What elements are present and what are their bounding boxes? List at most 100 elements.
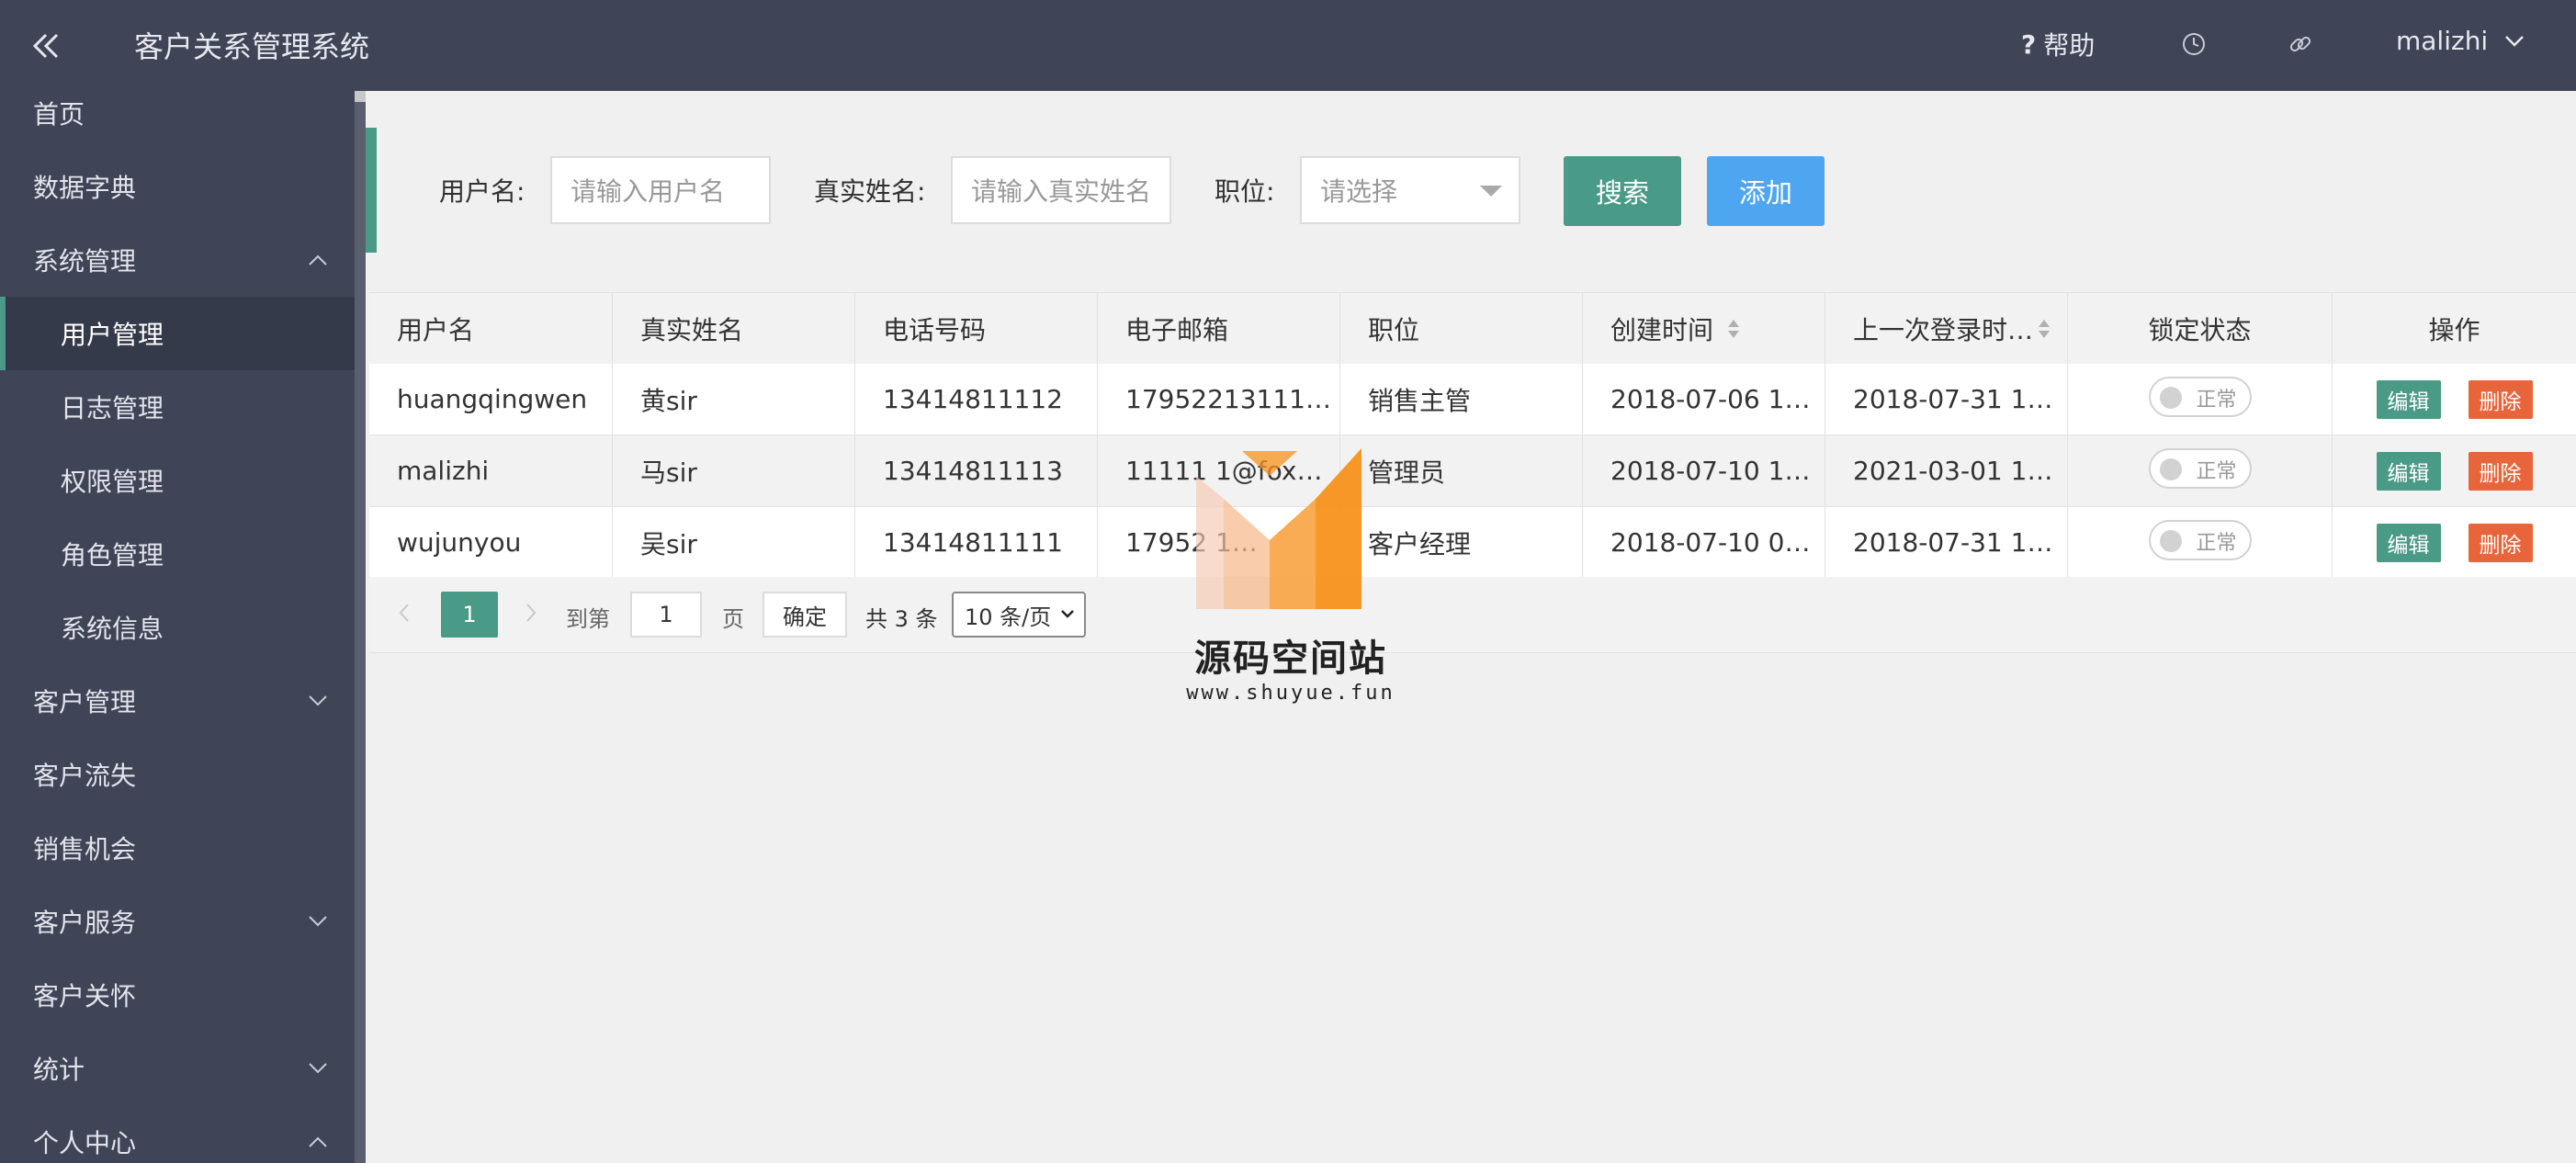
next-page-icon[interactable] [524, 603, 538, 623]
sidebar-item-dictionary[interactable]: 数据字典 [0, 150, 358, 223]
cell-position: 销售主管 [1339, 364, 1582, 435]
lock-toggle[interactable]: 正常 [2148, 376, 2252, 417]
sidebar-item-customers[interactable]: 客户管理 [0, 664, 358, 738]
sidebar-item-home[interactable]: 首页 [0, 91, 358, 150]
chevron-down-icon [1061, 610, 1074, 618]
position-label: 职位: [1215, 176, 1275, 207]
sidebar-item-logs[interactable]: 日志管理 [0, 370, 358, 444]
delete-button[interactable]: 删除 [2468, 451, 2533, 491]
column-header-label: 创建时间 [1610, 314, 1714, 345]
page-size-select[interactable]: 10 条/页 [952, 592, 1086, 638]
prev-page-icon[interactable] [397, 603, 412, 623]
user-menu[interactable]: malizhi [2396, 26, 2525, 56]
watermark-url: www.shuyue.fun [1186, 682, 1395, 705]
watermark-title: 源码空间站 [1194, 638, 1387, 680]
top-header: 客户关系管理系统 ? 帮助 malizhi [0, 0, 2576, 91]
column-header-last-login[interactable]: 上一次登录时… [1825, 293, 2067, 364]
cell-lock-status: 正常 [2067, 364, 2332, 435]
cell-created: 2018-07-06 1… [1582, 364, 1825, 435]
sidebar-item-label: 权限管理 [61, 467, 164, 497]
sidebar-item-customer-loss[interactable]: 客户流失 [0, 738, 358, 811]
sidebar-item-permissions[interactable]: 权限管理 [0, 444, 358, 517]
sidebar: 首页 数据字典 系统管理 用户管理 日志管理 权限管理 角色管理 系统信息 客户… [0, 91, 358, 1163]
delete-button[interactable]: 删除 [2468, 523, 2533, 562]
lock-toggle[interactable]: 正常 [2148, 519, 2252, 560]
clock-icon[interactable] [2179, 29, 2209, 59]
cell-lock-status: 正常 [2067, 507, 2332, 578]
cell-last-login: 2021-03-01 1… [1825, 435, 2067, 506]
chevron-down-icon [309, 1063, 327, 1074]
sidebar-item-label: 销售机会 [33, 834, 137, 864]
sidebar-item-label: 角色管理 [61, 540, 164, 570]
cell-email: 17952213111… [1097, 364, 1339, 435]
page-unit-label: 页 [722, 606, 744, 632]
cell-last-login: 2018-07-31 1… [1825, 507, 2067, 578]
realname-label: 真实姓名: [814, 176, 926, 207]
sidebar-item-label: 客户流失 [33, 761, 137, 791]
toggle-knob [2159, 457, 2182, 480]
cell-realname: 马sir [612, 435, 854, 506]
column-header-created[interactable]: 创建时间 [1582, 293, 1825, 364]
column-header-position: 职位 [1339, 293, 1582, 364]
edit-button[interactable]: 编辑 [2376, 451, 2441, 491]
sidebar-item-users[interactable]: 用户管理 [0, 297, 358, 370]
cell-actions: 编辑 删除 [2332, 364, 2576, 435]
lock-toggle[interactable]: 正常 [2148, 447, 2252, 489]
position-select[interactable]: 请选择 [1300, 156, 1520, 224]
question-mark-icon: ? [2021, 28, 2037, 60]
column-header-username: 用户名 [397, 314, 475, 345]
username-label: 用户名: [439, 176, 525, 207]
sidebar-item-label: 首页 [33, 99, 85, 130]
cell-phone: 13414811113 [854, 435, 1097, 506]
sidebar-item-customer-service[interactable]: 客户服务 [0, 885, 358, 958]
sidebar-item-sales-chances[interactable]: 销售机会 [0, 811, 358, 885]
sort-icon[interactable] [2037, 317, 2051, 341]
table-row[interactable]: huangqingwen 黄sir 13414811112 1795221311… [369, 364, 2576, 435]
sidebar-item-system[interactable]: 系统管理 [0, 223, 358, 297]
sidebar-item-statistics[interactable]: 统计 [0, 1032, 358, 1105]
edit-button[interactable]: 编辑 [2376, 523, 2441, 562]
sidebar-scrollbar-thumb[interactable] [355, 91, 366, 102]
page-size-value: 10 条/页 [965, 604, 1052, 630]
cell-phone: 13414811112 [854, 364, 1097, 435]
link-icon[interactable] [2286, 29, 2315, 59]
collapse-sidebar-icon[interactable] [28, 28, 64, 64]
cell-created: 2018-07-10 1… [1582, 435, 1825, 506]
username-input[interactable]: 请输入用户名 [550, 156, 771, 224]
column-header-actions: 操作 [2332, 293, 2576, 364]
watermark-logo [1196, 448, 1361, 609]
sidebar-scrollbar[interactable] [355, 91, 366, 1163]
column-header-email: 电子邮箱 [1097, 293, 1339, 364]
sidebar-item-label: 系统管理 [33, 246, 137, 277]
toggle-label: 正常 [2196, 531, 2237, 555]
panel-accent-bar [366, 128, 377, 253]
realname-input[interactable]: 请输入真实姓名 [951, 156, 1171, 224]
chevron-down-icon [309, 916, 327, 927]
sidebar-item-roles[interactable]: 角色管理 [0, 517, 358, 591]
edit-button[interactable]: 编辑 [2376, 379, 2441, 419]
username-label: malizhi [2396, 26, 2489, 56]
help-link[interactable]: ? 帮助 [2021, 26, 2095, 62]
sidebar-item-label: 客户服务 [33, 908, 137, 938]
cell-actions: 编辑 删除 [2332, 435, 2576, 506]
watermark: 源码空间站 www.shuyue.fun [1176, 448, 1406, 715]
toggle-knob [2159, 529, 2182, 552]
search-button[interactable]: 搜索 [1564, 156, 1681, 226]
cell-actions: 编辑 删除 [2332, 507, 2576, 578]
goto-confirm-button[interactable]: 确定 [763, 592, 847, 638]
table-row[interactable]: wujunyou 吴sir 13414811111 17952 1… 客户经理 … [369, 507, 2576, 579]
table-row[interactable]: malizhi 马sir 13414811113 11111 1@fox… 管理… [369, 435, 2576, 507]
column-header-lock-status: 锁定状态 [2067, 293, 2332, 364]
sidebar-item-system-info[interactable]: 系统信息 [0, 591, 358, 664]
sort-icon[interactable] [1726, 317, 1741, 341]
page-button-current[interactable]: 1 [441, 592, 498, 638]
add-button[interactable]: 添加 [1707, 156, 1825, 226]
cell-username: huangqingwen [397, 384, 588, 414]
goto-page-input[interactable]: 1 [630, 592, 702, 638]
caret-down-icon [1480, 186, 1502, 197]
cell-realname: 黄sir [612, 364, 854, 435]
sidebar-item-customer-care[interactable]: 客户关怀 [0, 958, 358, 1032]
sidebar-item-personal-center[interactable]: 个人中心 [0, 1105, 358, 1163]
column-header-phone: 电话号码 [854, 293, 1097, 364]
delete-button[interactable]: 删除 [2468, 379, 2533, 419]
